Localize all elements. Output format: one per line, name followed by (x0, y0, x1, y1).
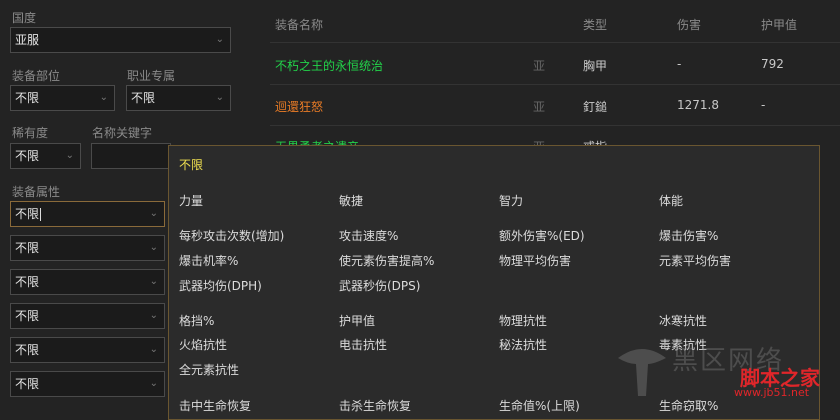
chevron-down-icon: ⌄ (149, 344, 158, 355)
attr-value: 不限 (15, 207, 40, 221)
guodu-label: 国度 (12, 11, 37, 25)
dropdown-option[interactable]: 全元素抗性 (179, 361, 239, 378)
dropdown-option[interactable]: 爆击伤害% (659, 227, 718, 244)
dropdown-option[interactable]: 物理平均伤害 (499, 252, 571, 269)
guodu-select[interactable]: 亚服 ⌄ (10, 27, 231, 53)
dropdown-option[interactable]: 武器秒伤(DPS) (339, 277, 420, 294)
dropdown-option[interactable]: 电击抗性 (339, 336, 387, 353)
class-select[interactable]: 不限 ⌄ (126, 85, 231, 111)
text-caret (40, 208, 42, 221)
dropdown-option[interactable]: 击中生命恢复 (179, 397, 251, 414)
dropdown-option[interactable]: 敏捷 (339, 192, 363, 209)
item-damage: 1271.8 (677, 98, 719, 112)
attr-select-1[interactable]: 不限 ⌄ (10, 201, 165, 227)
dropdown-option[interactable]: 生命窃取% (659, 397, 718, 414)
item-type: 釘鎚 (583, 100, 608, 114)
dropdown-option[interactable]: 体能 (659, 192, 683, 209)
attr-select-6[interactable]: 不限 ⌄ (10, 371, 165, 397)
attr-value: 不限 (15, 309, 40, 323)
keyword-input[interactable] (91, 143, 171, 169)
dropdown-option[interactable]: 护甲值 (339, 312, 375, 329)
guodu-value: 亚服 (15, 33, 40, 47)
attr-select-5[interactable]: 不限 ⌄ (10, 337, 165, 363)
slot-value: 不限 (15, 91, 40, 105)
header-name[interactable]: 装备名称 (275, 16, 323, 33)
chevron-down-icon: ⌄ (149, 208, 158, 219)
row-divider (270, 42, 840, 43)
item-name[interactable]: 不朽之王的永恒统治 (275, 57, 383, 74)
class-value: 不限 (131, 91, 156, 105)
rarity-label: 稀有度 (12, 126, 49, 140)
slot-label: 装备部位 (12, 69, 61, 83)
header-damage[interactable]: 伤害 (677, 16, 701, 33)
rarity-select[interactable]: 不限 ⌄ (10, 143, 81, 169)
chevron-down-icon: ⌄ (149, 276, 158, 287)
header-type[interactable]: 类型 (583, 16, 607, 33)
dropdown-option-selected[interactable]: 不限 (179, 156, 203, 173)
dropdown-option[interactable]: 攻击速度% (339, 227, 398, 244)
attr-value: 不限 (15, 275, 40, 289)
attr-value: 不限 (15, 343, 40, 357)
chevron-down-icon: ⌄ (149, 242, 158, 253)
dropdown-option[interactable]: 智力 (499, 192, 523, 209)
row-divider (270, 125, 840, 126)
dropdown-option[interactable]: 冰寒抗性 (659, 312, 707, 329)
chevron-down-icon: ⌄ (215, 92, 224, 103)
header-armor[interactable]: 护甲值 (761, 16, 797, 33)
attr-label: 装备属性 (12, 185, 61, 199)
attr-select-2[interactable]: 不限 ⌄ (10, 235, 165, 261)
item-region: 亚 (533, 59, 546, 73)
dropdown-option[interactable]: 使元素伤害提高% (339, 252, 434, 269)
chevron-down-icon: ⌄ (65, 150, 74, 161)
watermark-url: www.jb51.net (734, 386, 810, 399)
attr-dropdown-menu: 不限 力量 敏捷 智力 体能 每秒攻击次数(增加) 攻击速度% 额外伤害%(ED… (168, 145, 820, 420)
keyword-label: 名称关键字 (92, 126, 153, 140)
dropdown-option[interactable]: 格挡% (179, 312, 214, 329)
chevron-down-icon: ⌄ (149, 310, 158, 321)
item-armor: 792 (761, 57, 784, 71)
dropdown-option[interactable]: 生命值%(上限) (499, 397, 580, 414)
dropdown-option[interactable]: 击杀生命恢复 (339, 397, 411, 414)
dropdown-option[interactable]: 物理抗性 (499, 312, 547, 329)
attr-value: 不限 (15, 377, 40, 391)
item-region: 亚 (533, 100, 546, 114)
attr-select-3[interactable]: 不限 ⌄ (10, 269, 165, 295)
dropdown-option[interactable]: 力量 (179, 192, 203, 209)
dropdown-option[interactable]: 爆击机率% (179, 252, 238, 269)
attr-value: 不限 (15, 241, 40, 255)
item-armor: - (761, 98, 766, 112)
dropdown-option[interactable]: 武器均伤(DPH) (179, 277, 262, 294)
attr-select-4[interactable]: 不限 ⌄ (10, 303, 165, 329)
dropdown-option[interactable]: 火焰抗性 (179, 336, 227, 353)
dropdown-option[interactable]: 额外伤害%(ED) (499, 227, 585, 244)
slot-select[interactable]: 不限 ⌄ (10, 85, 115, 111)
chevron-down-icon: ⌄ (99, 92, 108, 103)
item-damage: - (677, 57, 682, 71)
chevron-down-icon: ⌄ (149, 378, 158, 389)
chevron-down-icon: ⌄ (215, 34, 224, 45)
class-label: 职业专属 (127, 69, 176, 83)
dropdown-option[interactable]: 每秒攻击次数(增加) (179, 227, 284, 244)
rarity-value: 不限 (15, 149, 40, 163)
dropdown-option[interactable]: 元素平均伤害 (659, 252, 731, 269)
item-name[interactable]: 迴還狂怒 (275, 98, 323, 115)
dropdown-option[interactable]: 秘法抗性 (499, 336, 547, 353)
row-divider (270, 84, 840, 85)
item-type: 胸甲 (583, 59, 608, 73)
